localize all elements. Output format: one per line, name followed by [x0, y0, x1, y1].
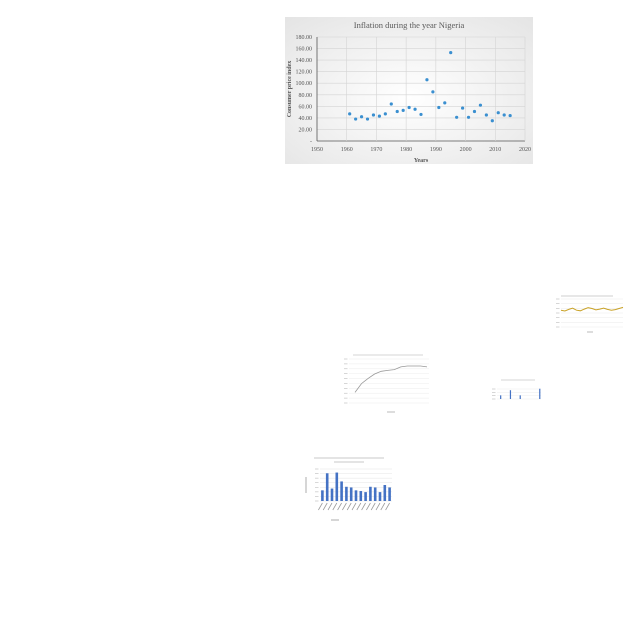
data-point — [413, 107, 417, 111]
chart-title: Inflation during the year Nigeria — [354, 20, 465, 30]
thumbnail-line-chart-grey — [337, 351, 435, 415]
y-axis-label: Consumer price index — [287, 61, 293, 118]
thumb-bar — [345, 486, 348, 501]
data-point — [455, 115, 459, 119]
data-point — [365, 117, 370, 121]
thumb-bar — [349, 487, 353, 501]
thumb-bar — [373, 487, 377, 501]
x-tick-label: 2000 — [460, 147, 472, 153]
data-point — [419, 112, 423, 117]
thumb-bar — [359, 491, 363, 501]
data-point — [407, 105, 411, 110]
thumb-bar — [378, 492, 382, 501]
x-tick-label: 2020 — [519, 147, 531, 153]
x-tick-label: 1980 — [400, 147, 412, 153]
thumb-bar — [369, 486, 372, 501]
data-point — [472, 109, 477, 114]
x-tick-label: 1970 — [370, 147, 382, 153]
x-tick-label: 1990 — [430, 147, 442, 153]
thumb-bar — [500, 395, 502, 399]
data-point — [502, 113, 506, 117]
y-tick-label: 40.00 — [299, 116, 313, 122]
y-tick-label: 60.00 — [299, 104, 313, 110]
data-point — [359, 115, 364, 119]
chart-background — [285, 17, 533, 164]
thumb-bar — [383, 485, 387, 501]
data-point — [437, 105, 441, 110]
y-tick-label: - — [310, 139, 312, 145]
data-point — [431, 90, 435, 94]
thumbnail-bar-chart-sparse — [491, 377, 543, 413]
data-point — [425, 78, 429, 82]
thumb-bar — [364, 492, 367, 501]
data-point — [377, 114, 381, 118]
x-tick-label: 1960 — [341, 147, 353, 153]
data-point — [461, 106, 465, 110]
thumb-bar — [335, 472, 339, 501]
thumb-bar — [354, 490, 358, 501]
thumb-bar — [539, 388, 541, 399]
y-tick-label: 120.00 — [296, 70, 313, 76]
thumb-bar — [509, 390, 512, 399]
data-point — [466, 115, 471, 119]
y-tick-label: 80.00 — [299, 93, 313, 99]
thumb-frame — [300, 455, 396, 523]
thumbnail-bar-chart-dense — [300, 455, 396, 523]
thumb-frame — [553, 293, 625, 335]
data-point — [508, 113, 512, 118]
data-point — [478, 103, 483, 107]
thumb-frame — [337, 351, 435, 415]
data-point — [490, 119, 494, 123]
y-tick-label: 140.00 — [296, 58, 313, 64]
y-tick-label: 160.00 — [296, 47, 313, 53]
thumb-bar — [325, 473, 329, 501]
thumb-bar — [388, 487, 391, 501]
main-scatter-chart: Inflation during the year Nigeria - 20.00… — [285, 17, 533, 164]
y-tick-label: 100.00 — [296, 81, 313, 87]
thumb-bar — [330, 488, 334, 501]
thumbnail-line-chart-yellow — [553, 293, 625, 335]
x-axis-label: Years — [414, 158, 429, 164]
thumb-frame — [491, 377, 543, 413]
data-point — [449, 51, 453, 55]
y-tick-label: 20.00 — [299, 127, 313, 133]
x-tick-label: 1950 — [311, 147, 323, 153]
data-point — [484, 113, 488, 117]
y-tick-label: 180.00 — [296, 35, 313, 41]
x-tick-label: 2010 — [489, 147, 501, 153]
data-point — [401, 108, 405, 112]
data-point — [383, 112, 387, 116]
data-point — [371, 113, 376, 117]
data-point — [348, 112, 352, 116]
thumb-bar — [340, 481, 343, 501]
data-point — [395, 109, 399, 114]
data-point — [389, 102, 393, 106]
thumb-bar — [519, 395, 521, 399]
thumb-bar — [321, 490, 324, 501]
data-point — [354, 117, 358, 121]
data-point — [496, 111, 500, 115]
data-point — [443, 101, 447, 105]
